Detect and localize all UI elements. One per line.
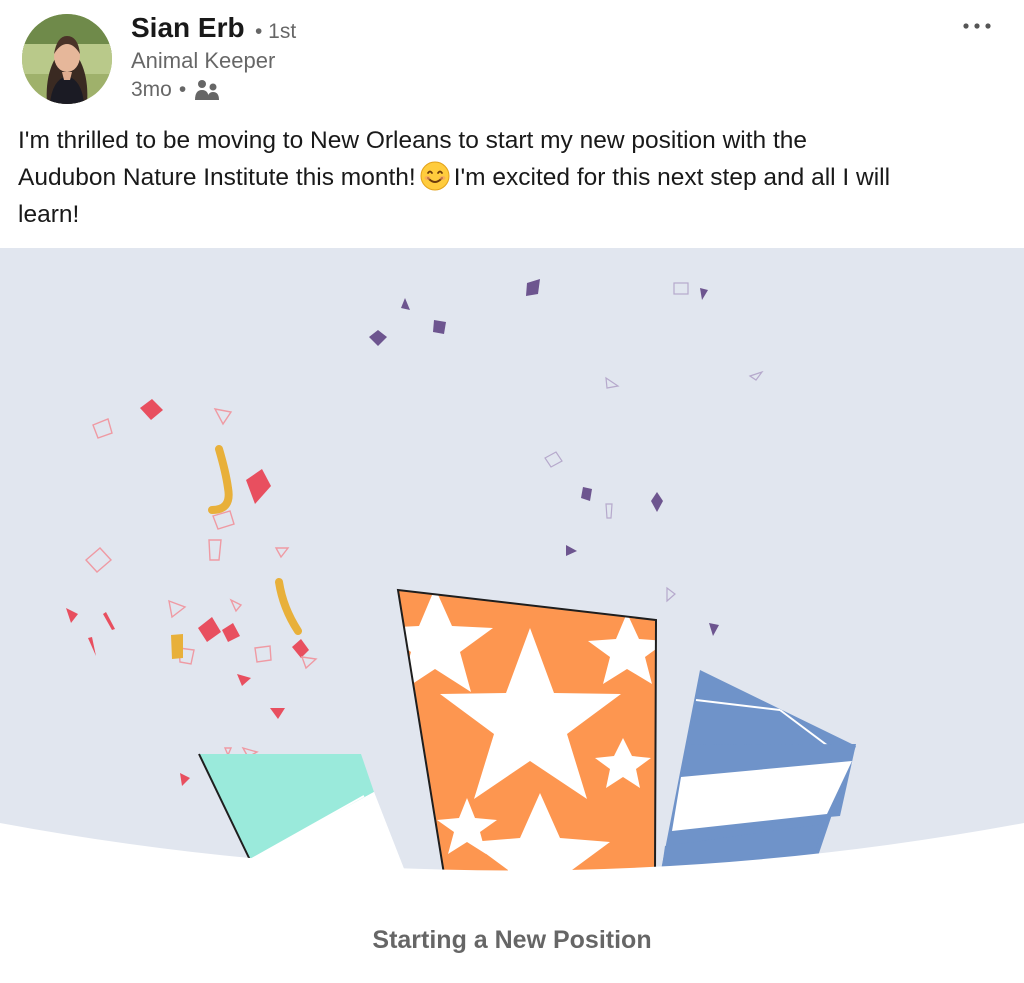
connections-icon [194, 78, 220, 102]
more-options-button[interactable] [955, 8, 999, 44]
connection-degree: • 1st [255, 20, 297, 43]
post-header: Sian Erb • 1st Animal Keeper 3mo • [0, 0, 1024, 118]
post-text-line-2-start: Audubon Nature Institute this month! [18, 164, 416, 191]
author-avatar[interactable] [22, 14, 112, 104]
new-position-celebration-illustration[interactable] [0, 248, 1024, 874]
author-name[interactable]: Sian Erb [131, 12, 245, 44]
post-text-line-3: learn! [18, 201, 80, 228]
post-text-line-2-end: I'm excited for this next step and all I… [453, 164, 891, 191]
more-horizontal-icon [963, 23, 991, 29]
post-time: 3mo [131, 78, 172, 101]
profile-photo [22, 14, 112, 104]
smiling-face-icon [420, 161, 450, 191]
illustration-caption: Starting a New Position [372, 926, 652, 954]
post-text: I'm thrilled to be moving to New Orleans… [18, 122, 1008, 233]
meta-separator: • [178, 78, 187, 101]
author-headline: Animal Keeper [131, 48, 276, 73]
post-text-line-1: I'm thrilled to be moving to New Orleans… [18, 127, 808, 154]
post-text-line-2: Audubon Nature Institute this month! I'm … [18, 159, 1008, 196]
post-meta: 3mo • [131, 78, 220, 102]
feed-post: Sian Erb • 1st Animal Keeper 3mo • I'm t… [0, 0, 1024, 983]
